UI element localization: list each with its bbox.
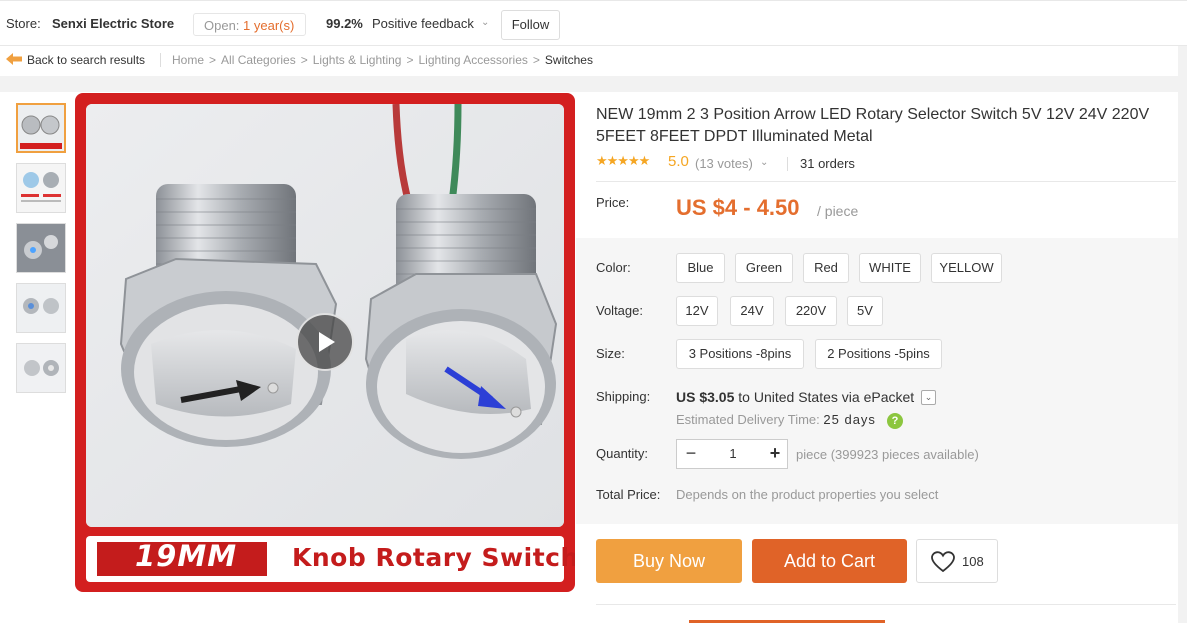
quantity-available: piece (399923 pieces available) [796, 447, 979, 462]
star-rating-icon: ★★★★★ [596, 153, 650, 168]
store-name[interactable]: Senxi Electric Store [52, 16, 174, 31]
voltage-label: Voltage: [596, 303, 643, 318]
breadcrumb-home[interactable]: Home [172, 53, 204, 67]
rating-score: 5.0 [668, 153, 689, 170]
shipping-label: Shipping: [596, 389, 651, 404]
gallery-thumbnail[interactable] [16, 343, 66, 393]
shipping-info: US $3.05 to United States via ePacket [676, 389, 914, 405]
gallery-thumbnail[interactable] [16, 163, 66, 213]
banner-size-text: 19MM [135, 539, 238, 573]
total-price-note: Depends on the product properties you se… [676, 487, 939, 502]
store-open-badge: Open: 1 year(s) [193, 13, 306, 36]
store-bar: Store: Senxi Electric Store Open: 1 year… [0, 0, 1187, 46]
add-to-cart-button[interactable]: Add to Cart [752, 539, 907, 583]
gallery-thumbnail[interactable] [16, 283, 66, 333]
feedback-percent: 99.2% [326, 16, 363, 31]
color-option-white[interactable]: WHITE [859, 253, 921, 283]
quantity-label: Quantity: [596, 446, 649, 461]
voltage-option-12v[interactable]: 12V [676, 296, 718, 326]
play-video-button[interactable] [296, 313, 354, 371]
quantity-stepper: − 1 + [676, 439, 788, 469]
breadcrumb-lights-lighting[interactable]: Lights & Lighting [313, 53, 402, 67]
wishlist-button[interactable]: 108 [916, 539, 998, 583]
breadcrumb-bar: Back to search results Home > All Categori… [0, 46, 1187, 76]
shipping-cost: US $3.05 [676, 389, 735, 405]
color-option-red[interactable]: Red [803, 253, 849, 283]
color-option-green[interactable]: Green [735, 253, 793, 283]
color-label: Color: [596, 260, 631, 275]
store-label: Store: [6, 16, 41, 31]
color-option-blue[interactable]: Blue [676, 253, 725, 283]
breadcrumb: Home > All Categories > Lights & Lighting > Li… [172, 53, 593, 67]
estimated-delivery-label: Estimated Delivery Time: [676, 412, 820, 427]
voltage-option-5v[interactable]: 5V [847, 296, 883, 326]
back-arrow-icon[interactable] [6, 53, 22, 65]
thumbnail-image [17, 164, 65, 212]
heart-icon [931, 551, 955, 573]
shipping-dropdown-icon[interactable]: ⌄ [921, 390, 936, 405]
estimated-delivery-days: 25 days [823, 412, 876, 427]
rating-divider [787, 157, 788, 171]
open-prefix: Open: [204, 18, 240, 33]
quantity-input[interactable]: 1 [705, 440, 761, 468]
main-product-image[interactable]: 19MM Knob Rotary Switch [75, 93, 575, 592]
orders-count: 31 orders [800, 156, 855, 171]
wishlist-count: 108 [962, 554, 984, 569]
voltage-option-24v[interactable]: 24V [730, 296, 774, 326]
breadcrumb-divider [160, 53, 161, 67]
banner-product-text: Knob Rotary Switch [292, 543, 575, 572]
back-to-search-link[interactable]: Back to search results [27, 53, 145, 67]
thumbnail-image [17, 224, 65, 272]
gallery-thumbnail[interactable] [16, 103, 66, 153]
quantity-decrease-button[interactable]: − [677, 440, 705, 468]
breadcrumb-switches[interactable]: Switches [545, 53, 593, 67]
total-price-label: Total Price: [596, 487, 661, 502]
breadcrumb-lighting-accessories[interactable]: Lighting Accessories [419, 53, 528, 67]
thumbnail-image [17, 284, 65, 332]
breadcrumb-all-categories[interactable]: All Categories [221, 53, 296, 67]
scrollbar-track[interactable] [1178, 46, 1187, 623]
size-label: Size: [596, 346, 625, 361]
thumbnail-image [18, 105, 64, 151]
voltage-option-220v[interactable]: 220V [785, 296, 837, 326]
chevron-down-icon[interactable]: ⌄ [481, 17, 489, 28]
color-option-yellow[interactable]: YELLOW [931, 253, 1002, 283]
estimated-delivery: Estimated Delivery Time: 25 days [676, 412, 876, 427]
section-spacer [0, 76, 1187, 92]
divider [596, 604, 1176, 605]
play-icon [319, 332, 335, 352]
buy-now-button[interactable]: Buy Now [596, 539, 742, 583]
price-value: US $4 - 4.50 [676, 195, 800, 220]
shipping-to: to [734, 389, 754, 405]
open-duration: 1 year(s) [243, 18, 295, 33]
shipping-destination[interactable]: United States via ePacket [754, 389, 914, 405]
quantity-increase-button[interactable]: + [761, 440, 789, 468]
price-label: Price: [596, 195, 630, 210]
price-unit: / piece [817, 203, 859, 219]
gallery-thumbnail[interactable] [16, 223, 66, 273]
size-option-2-positions[interactable]: 2 Positions -5pins [815, 339, 942, 369]
chevron-down-icon[interactable]: ⌄ [760, 157, 768, 168]
votes-count[interactable]: (13 votes) [695, 156, 753, 171]
help-icon[interactable]: ? [887, 413, 903, 429]
product-title: NEW 19mm 2 3 Position Arrow LED Rotary S… [596, 106, 1150, 145]
divider [596, 181, 1176, 182]
follow-button[interactable]: Follow [501, 10, 560, 40]
feedback-label[interactable]: Positive feedback [372, 16, 474, 31]
size-option-3-positions[interactable]: 3 Positions -8pins [676, 339, 804, 369]
thumbnail-image [17, 344, 65, 392]
